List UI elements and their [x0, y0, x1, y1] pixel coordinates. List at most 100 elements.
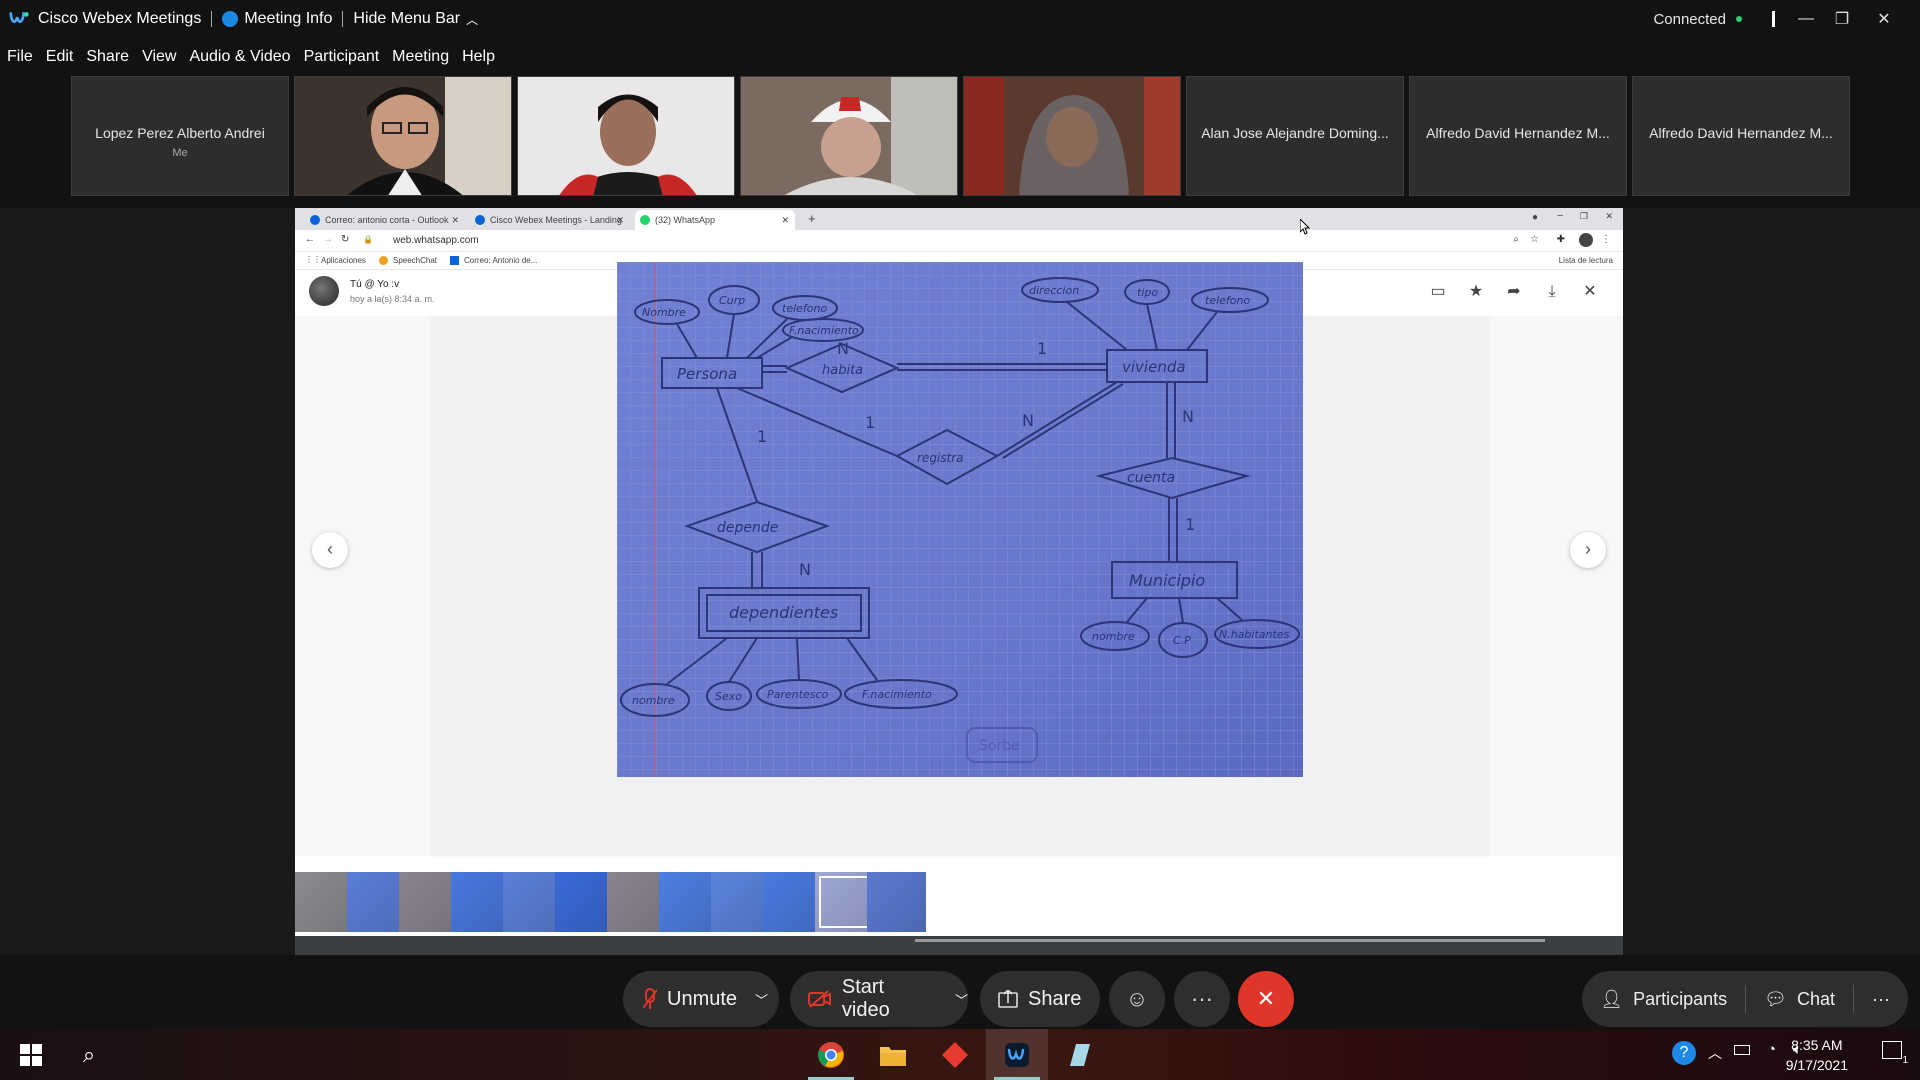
more-options-button[interactable]: ··· [1174, 971, 1230, 1027]
chevron-up-icon: ︿ [466, 12, 479, 27]
close-icon[interactable]: ✕ [1578, 280, 1602, 304]
media-thumbnail[interactable] [399, 872, 458, 932]
close-window-button[interactable]: ✕ [1866, 0, 1902, 38]
meeting-info-button[interactable]: Meeting Info [222, 0, 332, 38]
close-tab-icon[interactable]: ✕ [616, 210, 624, 230]
participant-tile[interactable]: Alfredo David Hernandez M... [1409, 76, 1627, 196]
media-thumbnail[interactable] [347, 872, 406, 932]
participant-tile[interactable]: Alan Jose Alejandre Doming... [1186, 76, 1404, 196]
chat-bubble-icon: 💬︎ [1764, 988, 1787, 1009]
menu-meeting[interactable]: Meeting [392, 48, 449, 66]
battery-icon[interactable] [1734, 1045, 1750, 1055]
close-tab-icon[interactable]: ✕ [781, 210, 789, 230]
account-icon[interactable]: ● [1532, 212, 1538, 223]
notifications-icon[interactable] [1882, 1041, 1902, 1059]
media-thumbnail[interactable] [867, 872, 926, 932]
participant-video-tile[interactable] [963, 76, 1181, 196]
taskbar-clock[interactable]: 8:35 AM 9/17/2021 [1786, 1035, 1848, 1075]
start-video-button[interactable]: Start video ﹀ [790, 971, 968, 1027]
new-tab-icon[interactable]: + [808, 211, 816, 226]
media-thumbnail[interactable] [555, 872, 614, 932]
forward-icon[interactable]: ➦ [1502, 280, 1526, 304]
horizontal-scrollbar[interactable] [295, 936, 1623, 955]
menu-audio-video[interactable]: Audio & Video [189, 48, 290, 66]
participant-tile[interactable]: Lopez Perez Alberto Andrei Me [71, 76, 289, 196]
media-thumbnail[interactable] [451, 872, 510, 932]
search-button[interactable]: ⌕ [58, 1029, 120, 1080]
url-field[interactable]: web.whatsapp.com [393, 235, 479, 246]
menu-file[interactable]: File [7, 48, 33, 66]
taskbar-file-explorer[interactable] [862, 1029, 924, 1080]
extensions-icon[interactable]: ✚ [1557, 234, 1565, 245]
hide-menu-bar-button[interactable]: Hide Menu Bar ︿ [353, 0, 478, 38]
minimize-icon[interactable]: – [1557, 210, 1563, 221]
profile-icon[interactable] [1579, 233, 1593, 247]
next-media-button[interactable]: › [1570, 532, 1606, 568]
close-icon[interactable]: ✕ [1605, 211, 1613, 222]
chevron-up-icon[interactable]: ︿ [1708, 1043, 1722, 1063]
go-to-message-icon[interactable]: ▭ [1426, 280, 1450, 304]
star-icon[interactable]: ☆ [1530, 234, 1539, 245]
cardinality-label: 1 [1185, 515, 1195, 534]
media-thumbnail[interactable] [659, 872, 718, 932]
reactions-button[interactable]: ☺ [1109, 971, 1165, 1027]
menu-edit[interactable]: Edit [46, 48, 74, 66]
more-menu-icon[interactable]: ⋮ [1601, 234, 1611, 245]
chevron-down-icon[interactable]: ﹀ [755, 990, 768, 1009]
forward-icon[interactable]: → [323, 234, 333, 245]
participants-label: Participants [1633, 988, 1728, 1009]
participant-tile[interactable]: Alfredo David Hernandez M... [1632, 76, 1850, 196]
wifi-icon[interactable]: ◔ [1767, 1041, 1776, 1058]
menu-view[interactable]: View [142, 48, 176, 66]
restore-button[interactable]: ❐ [1824, 0, 1860, 38]
media-thumbnail[interactable] [763, 872, 822, 932]
star-icon[interactable]: ★ [1464, 280, 1488, 304]
relation-depende: depende [717, 520, 778, 536]
participant-video-tile[interactable] [294, 76, 512, 196]
close-tab-icon[interactable]: ✕ [451, 210, 459, 230]
start-button[interactable] [0, 1029, 62, 1080]
participant-video-tile[interactable] [517, 76, 735, 196]
bookmark-apps[interactable]: Aplicaciones [321, 256, 366, 265]
bookmark-correo[interactable]: Correo: Antonio de... [464, 256, 537, 265]
speechchat-icon [379, 256, 388, 265]
previous-media-button[interactable]: ‹ [312, 532, 348, 568]
taskbar-app[interactable] [924, 1029, 986, 1080]
back-icon[interactable]: ← [305, 234, 315, 245]
menu-share[interactable]: Share [86, 48, 129, 66]
attr-sexo: Sexo [715, 690, 742, 703]
chevron-down-icon[interactable]: ﹀ [955, 990, 968, 1009]
media-thumbnail[interactable] [503, 872, 562, 932]
taskbar-app[interactable] [1048, 1029, 1110, 1080]
participants-button[interactable]: 👤︎ Participants [1582, 971, 1745, 1027]
media-thumbnail[interactable] [295, 872, 354, 932]
browser-tab-active[interactable]: (32) WhatsApp ✕ [635, 210, 795, 230]
menu-participant[interactable]: Participant [304, 48, 380, 66]
restore-icon[interactable]: ❐ [1580, 211, 1588, 222]
media-thumbnail-selected[interactable] [815, 872, 874, 932]
browser-tab[interactable]: Cisco Webex Meetings - Landing ✕ [470, 210, 630, 230]
bookmark-speechchat[interactable]: SpeechChat [393, 256, 437, 265]
more-panels-button[interactable]: ··· [1854, 971, 1908, 1027]
download-icon[interactable]: ⤓ [1540, 280, 1564, 304]
reading-list-button[interactable]: Lista de lectura [1559, 256, 1613, 265]
zoom-icon[interactable]: ⌕ [1513, 234, 1519, 245]
minimize-button[interactable]: — [1788, 0, 1824, 38]
chat-button[interactable]: 💬︎ Chat [1746, 971, 1853, 1027]
taskbar-webex[interactable] [986, 1029, 1048, 1080]
attr-fnacimiento-dependiente: F.nacimiento [862, 688, 932, 701]
apps-icon: ⋮⋮ [305, 255, 321, 264]
scrollbar-thumb[interactable] [915, 939, 1545, 942]
reload-icon[interactable]: ↻ [341, 234, 349, 245]
avatar[interactable] [309, 276, 339, 306]
end-meeting-button[interactable]: ✕ [1238, 971, 1294, 1027]
unmute-button[interactable]: Unmute ﹀ [623, 971, 779, 1027]
participant-video-tile[interactable] [740, 76, 958, 196]
browser-tab[interactable]: Correo: antonio corta - Outlook ✕ [305, 210, 465, 230]
taskbar-chrome[interactable] [800, 1029, 862, 1080]
share-button[interactable]: Share [980, 971, 1100, 1027]
help-icon[interactable]: ? [1672, 1041, 1696, 1065]
media-thumbnail[interactable] [711, 872, 770, 932]
menu-help[interactable]: Help [462, 48, 495, 66]
media-thumbnail[interactable] [607, 872, 666, 932]
